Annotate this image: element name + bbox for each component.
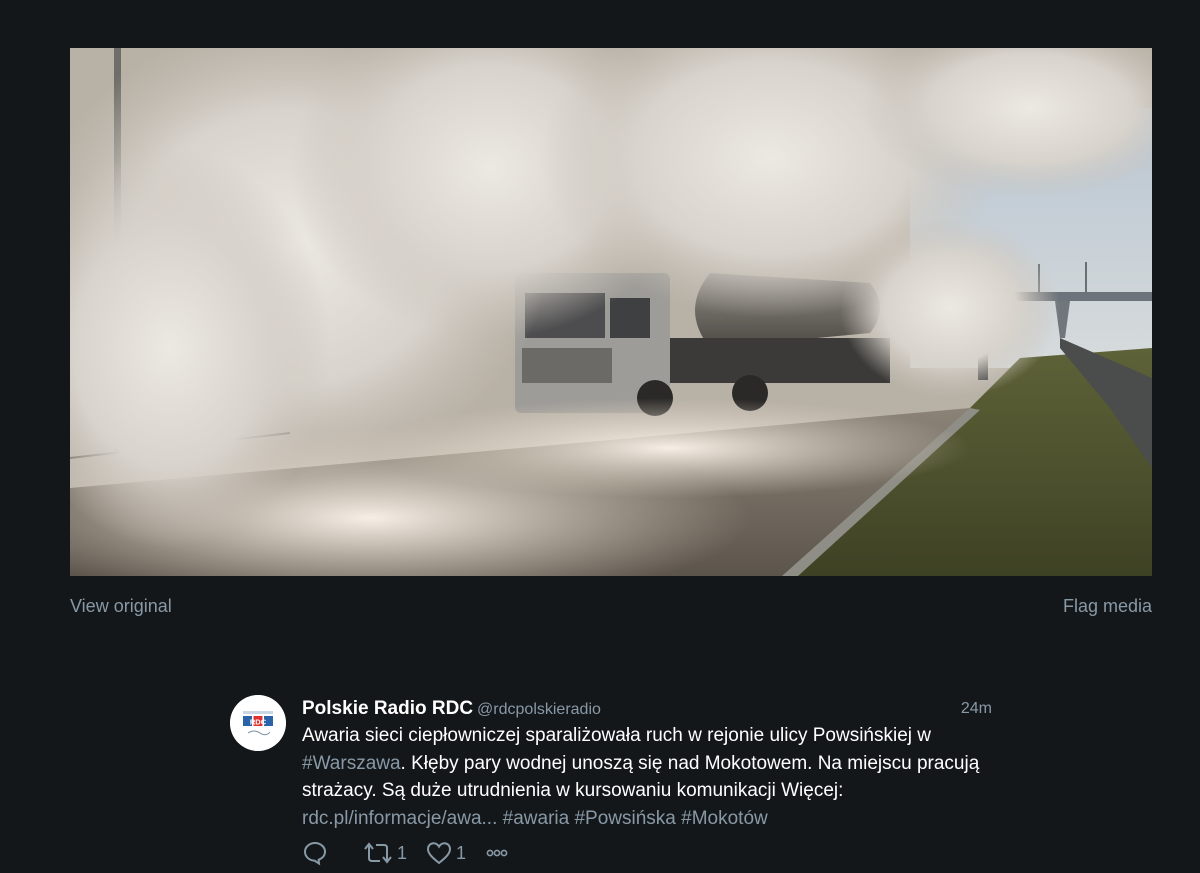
url-link[interactable]: rdc.pl/informacje/awa... (302, 808, 497, 829)
tweet-timestamp[interactable]: 24m (961, 695, 992, 723)
hashtag-link[interactable]: #Powsińska (574, 808, 675, 829)
like-button[interactable]: 1 (425, 840, 466, 866)
hashtag-link[interactable]: #Mokotów (681, 808, 768, 829)
tweet-text-segment: Awaria sieci ciepłowniczej sparaliżowała… (302, 725, 932, 746)
tweet-header: Polskie Radio RDC @rdcpolskieradio 24m (302, 695, 992, 723)
reply-button[interactable] (302, 840, 328, 866)
more-icon (486, 849, 508, 857)
hashtag-link[interactable]: #Warszawa (302, 753, 401, 774)
tweet-body: Polskie Radio RDC @rdcpolskieradio 24m Aw… (302, 695, 992, 868)
tweet-media-photo[interactable] (70, 48, 1152, 576)
author-name[interactable]: Polskie Radio RDC (302, 698, 473, 719)
avatar-logo-text: RDC (250, 718, 267, 727)
tweet-actions: 1 1 (302, 838, 992, 868)
retweet-button[interactable]: 1 (362, 840, 407, 866)
more-button[interactable] (484, 840, 510, 866)
like-count: 1 (456, 842, 467, 863)
avatar[interactable]: RDC (230, 695, 286, 751)
rdc-logo-icon: RDC (230, 695, 286, 751)
flag-media-link[interactable]: Flag media (1063, 596, 1152, 617)
heart-icon (427, 842, 452, 865)
view-original-link[interactable]: View original (70, 596, 172, 617)
tweet-text-segment: . Kłęby pary wodnej unoszą się nad Mokot… (302, 752, 980, 802)
tweet-text: Awaria sieci ciepłowniczej sparaliżowała… (302, 722, 992, 832)
reply-icon (303, 841, 327, 866)
author-handle[interactable]: @rdcpolskieradio (477, 701, 601, 718)
retweet-count: 1 (397, 842, 408, 863)
hashtag-link[interactable]: #awaria (503, 808, 570, 829)
steam-truck-photo (70, 48, 1152, 576)
retweet-icon (364, 842, 392, 864)
